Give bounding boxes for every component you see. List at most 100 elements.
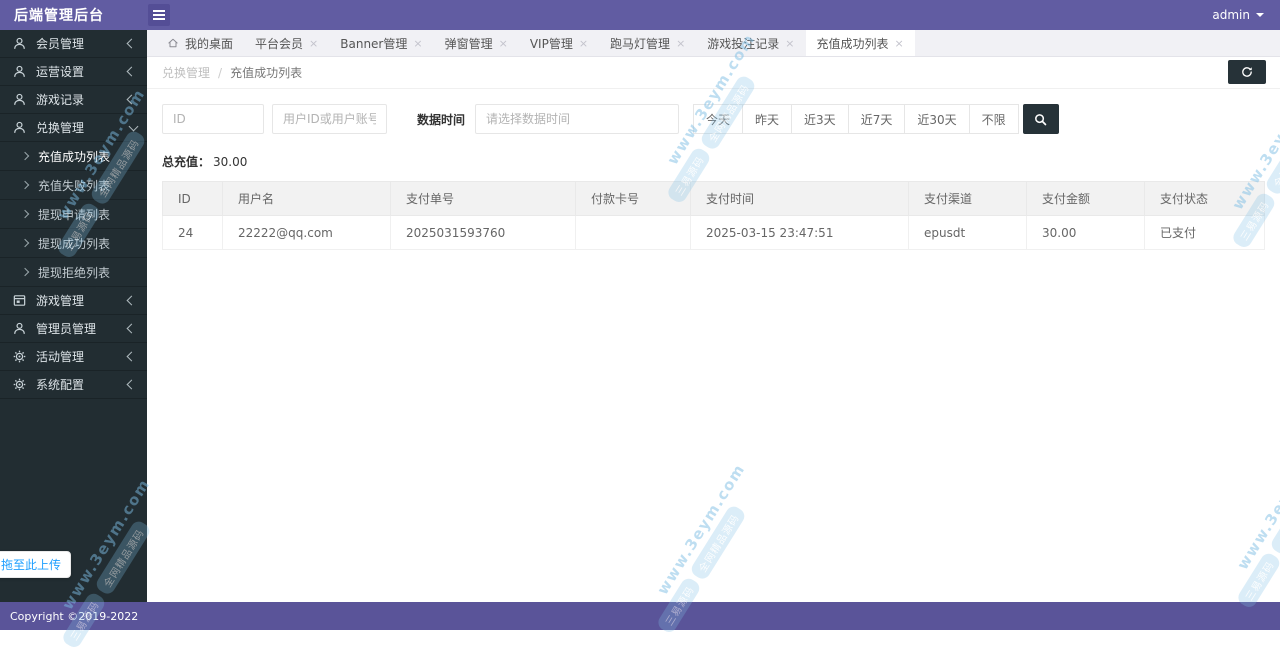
refresh-icon [1240, 65, 1254, 79]
close-icon[interactable]: × [499, 37, 508, 50]
user-icon [12, 120, 27, 135]
col-pay-amount: 支付金额 [1027, 182, 1145, 216]
chevron-left-icon [127, 296, 137, 306]
range-3days-button[interactable]: 近3天 [791, 104, 849, 134]
chevron-down-icon [129, 121, 139, 131]
range-unlimited-button[interactable]: 不限 [969, 104, 1019, 134]
user-icon [12, 64, 27, 79]
user-name: admin [1212, 8, 1250, 22]
gear-icon [12, 349, 27, 364]
close-icon[interactable]: × [579, 37, 588, 50]
quick-range-group: 今天 昨天 近3天 近7天 近30天 不限 [693, 104, 1019, 134]
refresh-button[interactable] [1228, 60, 1266, 84]
close-icon[interactable]: × [413, 37, 422, 50]
home-icon [167, 37, 179, 49]
cell-pay-channel: epusdt [909, 216, 1027, 250]
close-icon[interactable]: × [309, 37, 318, 50]
recharge-table: ID 用户名 支付单号 付款卡号 支付时间 支付渠道 支付金额 支付状态 24 … [162, 181, 1265, 250]
main-content: 我的桌面 平台会员 × Banner管理 × 弹窗管理 × VIP管理 × 跑马… [147, 30, 1280, 602]
chevron-left-icon [127, 95, 137, 105]
tab-recharge-success[interactable]: 充值成功列表 × [806, 30, 915, 56]
cell-pay-status: 已支付 [1145, 216, 1265, 250]
tab-bet-records[interactable]: 游戏投注记录 × [696, 30, 805, 56]
table-row: 24 22222@qq.com 2025031593760 2025-03-15… [163, 216, 1265, 250]
col-pay-time: 支付时间 [691, 182, 909, 216]
cell-payment-no: 2025031593760 [391, 216, 576, 250]
chevron-right-icon [21, 210, 29, 218]
window-icon [12, 293, 27, 308]
sidebar-subitem-withdraw-success[interactable]: 提现成功列表 [0, 229, 147, 258]
chevron-left-icon [127, 39, 137, 49]
breadcrumb: 兑换管理 / 充值成功列表 [147, 57, 1280, 89]
sidebar-subitem-recharge-failed[interactable]: 充值失败列表 [0, 171, 147, 200]
search-icon [1033, 112, 1048, 127]
tab-marquee-mgmt[interactable]: 跑马灯管理 × [599, 30, 696, 56]
search-button[interactable] [1023, 104, 1059, 134]
chevron-left-icon [127, 352, 137, 362]
sidebar-item-system-config[interactable]: 系统配置 [0, 371, 147, 399]
filter-bar: 数据时间 今天 昨天 近3天 近7天 近30天 不限 [162, 104, 1265, 134]
chevron-right-icon [21, 239, 29, 247]
close-icon[interactable]: × [785, 37, 794, 50]
sidebar-item-game-records[interactable]: 游戏记录 [0, 86, 147, 114]
top-header: 后端管理后台 admin [0, 0, 1280, 30]
breadcrumb-separator: / [218, 66, 222, 80]
col-card-no: 付款卡号 [576, 182, 691, 216]
sidebar-item-activity-mgmt[interactable]: 活动管理 [0, 343, 147, 371]
sidebar-item-exchange-mgmt[interactable]: 兑换管理 [0, 114, 147, 142]
sidebar-item-game-mgmt[interactable]: 游戏管理 [0, 287, 147, 315]
col-pay-channel: 支付渠道 [909, 182, 1027, 216]
close-icon[interactable]: × [895, 37, 904, 50]
user-menu[interactable]: admin [1212, 8, 1280, 22]
copyright-text: Copyright ©2019-2022 [10, 610, 138, 623]
sidebar-subitem-recharge-success[interactable]: 充值成功列表 [0, 142, 147, 171]
app-title: 后端管理后台 [0, 5, 145, 25]
range-7days-button[interactable]: 近7天 [848, 104, 906, 134]
sidebar: 会员管理 运营设置 游戏记录 兑换管理 充值成功列表 充值失败列表 提现申请列表… [0, 30, 147, 602]
chevron-left-icon [127, 67, 137, 77]
chevron-down-icon [1256, 13, 1264, 17]
user-icon [12, 92, 27, 107]
chevron-left-icon [127, 324, 137, 334]
tab-vip-mgmt[interactable]: VIP管理 × [519, 30, 599, 56]
sidebar-item-operation-settings[interactable]: 运营设置 [0, 58, 147, 86]
range-yesterday-button[interactable]: 昨天 [742, 104, 792, 134]
date-filter-label: 数据时间 [417, 111, 465, 128]
sidebar-item-member-mgmt[interactable]: 会员管理 [0, 30, 147, 58]
hamburger-menu-icon[interactable] [148, 4, 170, 26]
tab-my-desktop[interactable]: 我的桌面 [156, 30, 244, 56]
table-header-row: ID 用户名 支付单号 付款卡号 支付时间 支付渠道 支付金额 支付状态 [163, 182, 1265, 216]
cell-username: 22222@qq.com [223, 216, 391, 250]
cell-pay-amount: 30.00 [1027, 216, 1145, 250]
user-icon [12, 36, 27, 51]
footer: Copyright ©2019-2022 [0, 602, 1280, 630]
chevron-right-icon [21, 152, 29, 160]
total-recharge-summary: 总充值：30.00 [162, 153, 1265, 170]
tab-banner-mgmt[interactable]: Banner管理 × [329, 30, 433, 56]
chevron-left-icon [127, 380, 137, 390]
col-username: 用户名 [223, 182, 391, 216]
close-icon[interactable]: × [676, 37, 685, 50]
total-recharge-label: 总充值： [162, 155, 210, 169]
tab-popup-mgmt[interactable]: 弹窗管理 × [434, 30, 519, 56]
drag-upload-hint[interactable]: 拖至此上传 [0, 551, 71, 578]
breadcrumb-current: 充值成功列表 [230, 64, 302, 81]
id-input[interactable] [162, 104, 264, 134]
cell-pay-time: 2025-03-15 23:47:51 [691, 216, 909, 250]
gear-icon [12, 377, 27, 392]
breadcrumb-parent: 兑换管理 [162, 64, 210, 81]
col-pay-status: 支付状态 [1145, 182, 1265, 216]
col-id: ID [163, 182, 223, 216]
admin-user-icon [12, 321, 27, 336]
sidebar-item-admin-mgmt[interactable]: 管理员管理 [0, 315, 147, 343]
tab-platform-members[interactable]: 平台会员 × [244, 30, 329, 56]
chevron-right-icon [21, 268, 29, 276]
range-today-button[interactable]: 今天 [693, 104, 743, 134]
sidebar-subitem-withdraw-rejected[interactable]: 提现拒绝列表 [0, 258, 147, 287]
user-id-input[interactable] [272, 104, 387, 134]
cell-id: 24 [163, 216, 223, 250]
range-30days-button[interactable]: 近30天 [904, 104, 969, 134]
col-payment-no: 支付单号 [391, 182, 576, 216]
sidebar-subitem-withdraw-apply[interactable]: 提现申请列表 [0, 200, 147, 229]
date-range-input[interactable] [475, 104, 679, 134]
